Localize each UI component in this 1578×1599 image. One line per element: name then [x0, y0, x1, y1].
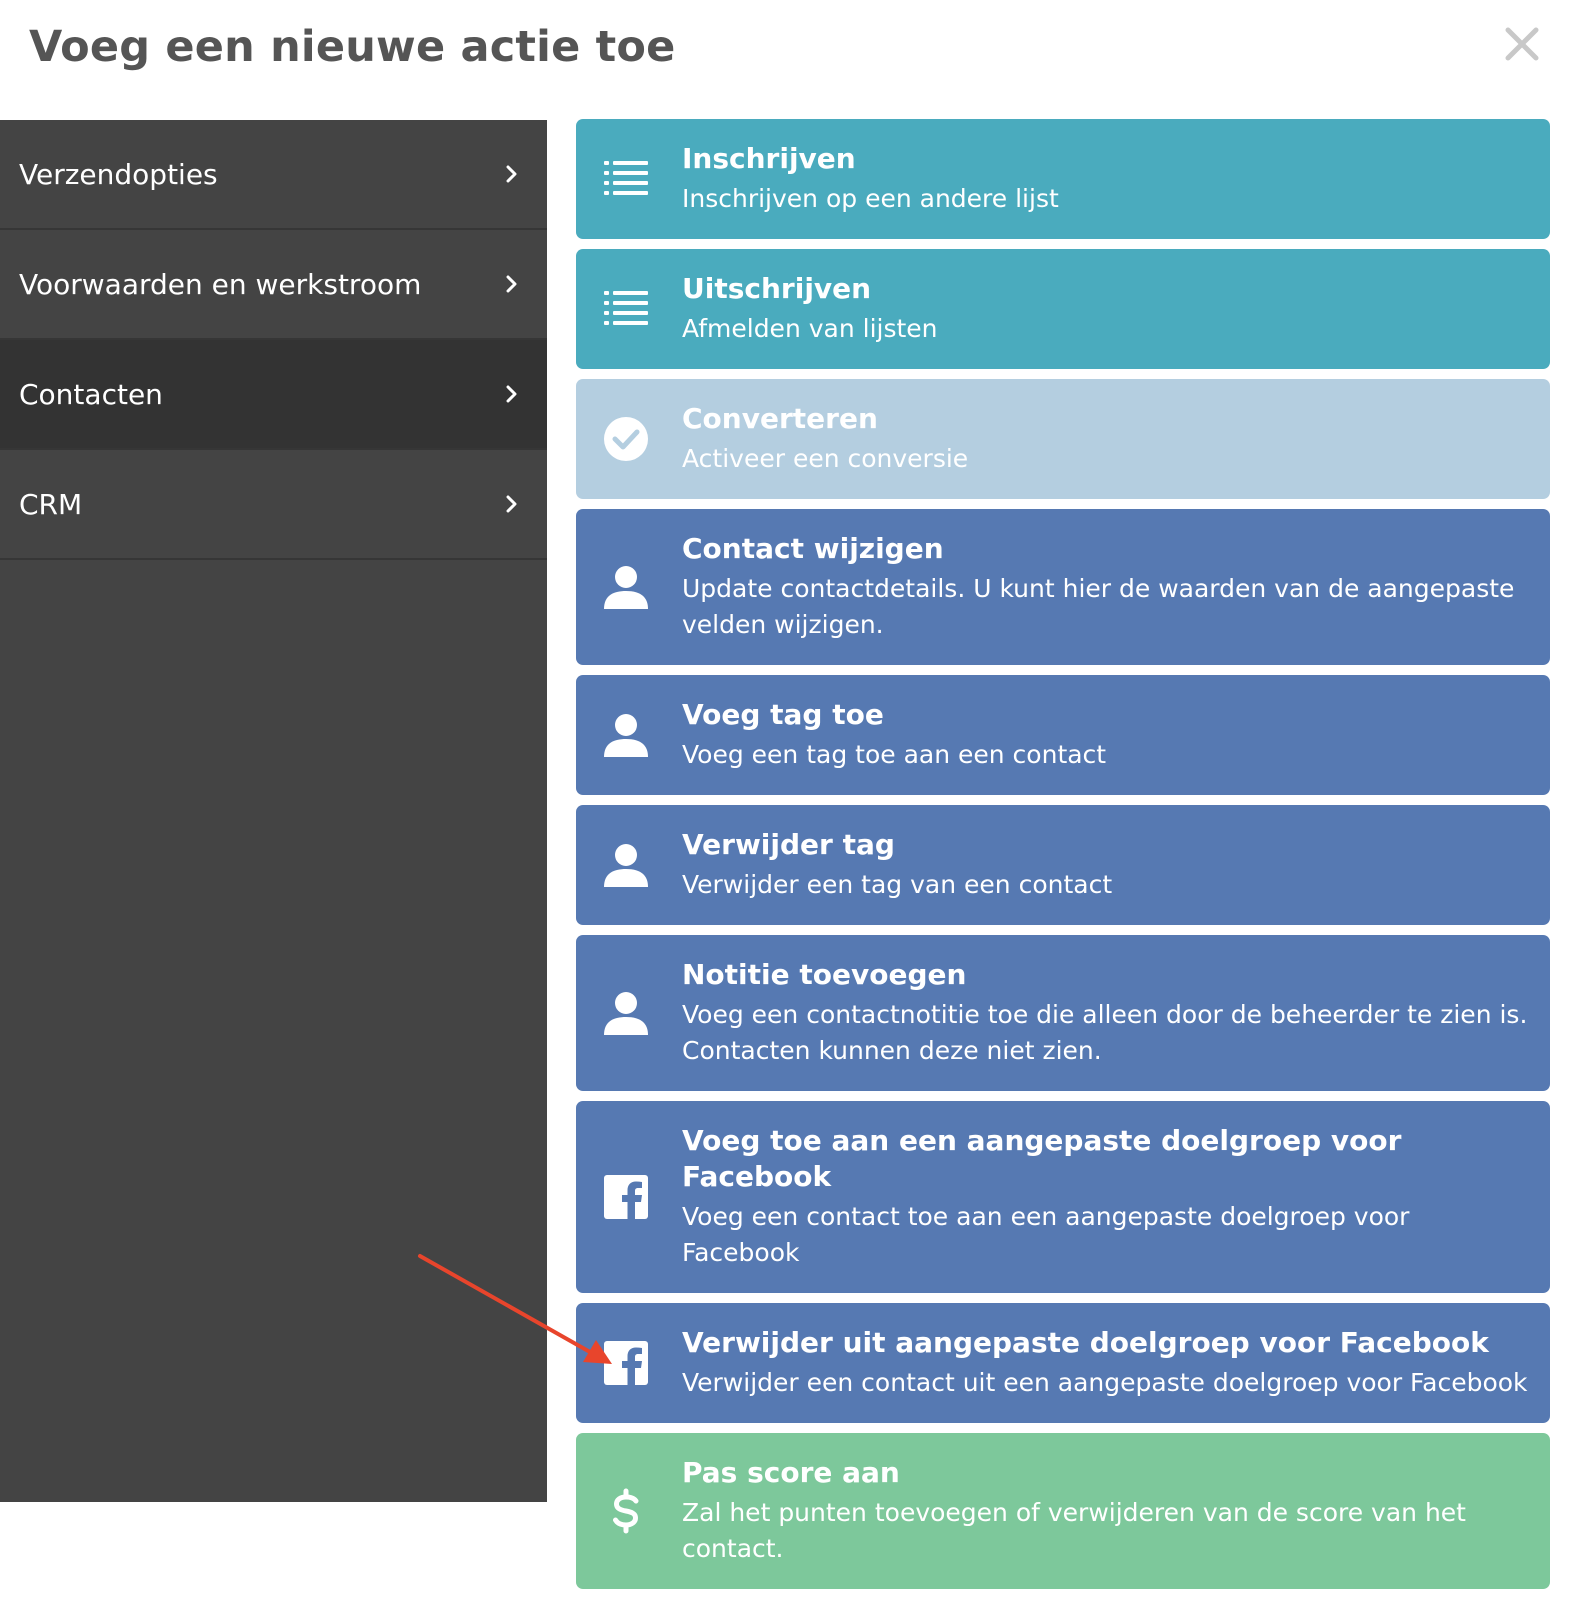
close-icon	[1505, 27, 1539, 61]
action-card-converteren[interactable]: Converteren Activeer een conversie	[576, 379, 1550, 499]
sidebar-item-voorwaarden[interactable]: Voorwaarden en werkstroom	[0, 230, 547, 340]
action-title: Verwijder tag	[682, 828, 895, 861]
sidebar-item-label: Voorwaarden en werkstroom	[19, 267, 422, 301]
action-title: Uitschrijven	[682, 272, 872, 305]
action-description: Afmelden van lijsten	[682, 314, 938, 343]
list-icon	[602, 155, 650, 203]
chevron-right-icon	[505, 164, 519, 184]
list-icon	[602, 285, 650, 333]
action-title: Voeg toe aan een aangepaste doelgroep vo…	[682, 1124, 1402, 1193]
action-title: Inschrijven	[682, 142, 856, 175]
check-circle-icon	[602, 415, 650, 463]
sidebar-item-label: Verzendopties	[19, 157, 218, 191]
category-sidebar: Verzendopties Voorwaarden en werkstroom …	[0, 120, 547, 1502]
action-card-facebook-toevoegen[interactable]: Voeg toe aan een aangepaste doelgroep vo…	[576, 1101, 1550, 1293]
action-title: Converteren	[682, 402, 878, 435]
action-description: Voeg een contactnotitie toe die alleen d…	[682, 1000, 1528, 1065]
action-list: Inschrijven Inschrijven op een andere li…	[576, 119, 1550, 1599]
action-card-facebook-verwijderen[interactable]: Verwijder uit aangepaste doelgroep voor …	[576, 1303, 1550, 1423]
action-description: Verwijder een tag van een contact	[682, 870, 1113, 899]
action-description: Zal het punten toevoegen of verwijderen …	[682, 1498, 1466, 1563]
chevron-right-icon	[505, 384, 519, 404]
facebook-icon	[602, 1173, 650, 1221]
chevron-right-icon	[505, 274, 519, 294]
sidebar-item-verzendopties[interactable]: Verzendopties	[0, 120, 547, 230]
sidebar-item-contacten[interactable]: Contacten	[0, 340, 547, 450]
action-title: Voeg tag toe	[682, 698, 884, 731]
user-icon	[602, 711, 650, 759]
action-title: Pas score aan	[682, 1456, 900, 1489]
sidebar-item-label: Contacten	[19, 377, 163, 411]
action-title: Notitie toevoegen	[682, 958, 967, 991]
action-title: Contact wijzigen	[682, 532, 944, 565]
action-description: Verwijder een contact uit een aangepaste…	[682, 1368, 1528, 1397]
action-description: Update contactdetails. U kunt hier de wa…	[682, 574, 1515, 639]
action-title: Verwijder uit aangepaste doelgroep voor …	[682, 1326, 1489, 1359]
dollar-icon	[602, 1487, 650, 1535]
user-icon	[602, 841, 650, 889]
sidebar-item-label: CRM	[19, 487, 83, 521]
action-card-notitie-toevoegen[interactable]: Notitie toevoegen Voeg een contactnotiti…	[576, 935, 1550, 1091]
action-description: Voeg een contact toe aan een aangepaste …	[682, 1202, 1410, 1267]
action-description: Voeg een tag toe aan een contact	[682, 740, 1107, 769]
action-card-voeg-tag-toe[interactable]: Voeg tag toe Voeg een tag toe aan een co…	[576, 675, 1550, 795]
action-card-contact-wijzigen[interactable]: Contact wijzigen Update contactdetails. …	[576, 509, 1550, 665]
action-description: Activeer een conversie	[682, 444, 969, 473]
user-icon	[602, 563, 650, 611]
user-icon	[602, 989, 650, 1037]
action-card-pas-score-aan[interactable]: Pas score aan Zal het punten toevoegen o…	[576, 1433, 1550, 1589]
sidebar-item-crm[interactable]: CRM	[0, 450, 547, 560]
dialog-title: Voeg een nieuwe actie toe	[29, 22, 676, 72]
facebook-icon	[602, 1339, 650, 1387]
dialog-header: Voeg een nieuwe actie toe	[0, 0, 1578, 120]
action-card-inschrijven[interactable]: Inschrijven Inschrijven op een andere li…	[576, 119, 1550, 239]
close-button[interactable]	[1500, 22, 1544, 66]
chevron-right-icon	[505, 494, 519, 514]
action-description: Inschrijven op een andere lijst	[682, 184, 1059, 213]
action-card-uitschrijven[interactable]: Uitschrijven Afmelden van lijsten	[576, 249, 1550, 369]
action-card-verwijder-tag[interactable]: Verwijder tag Verwijder een tag van een …	[576, 805, 1550, 925]
